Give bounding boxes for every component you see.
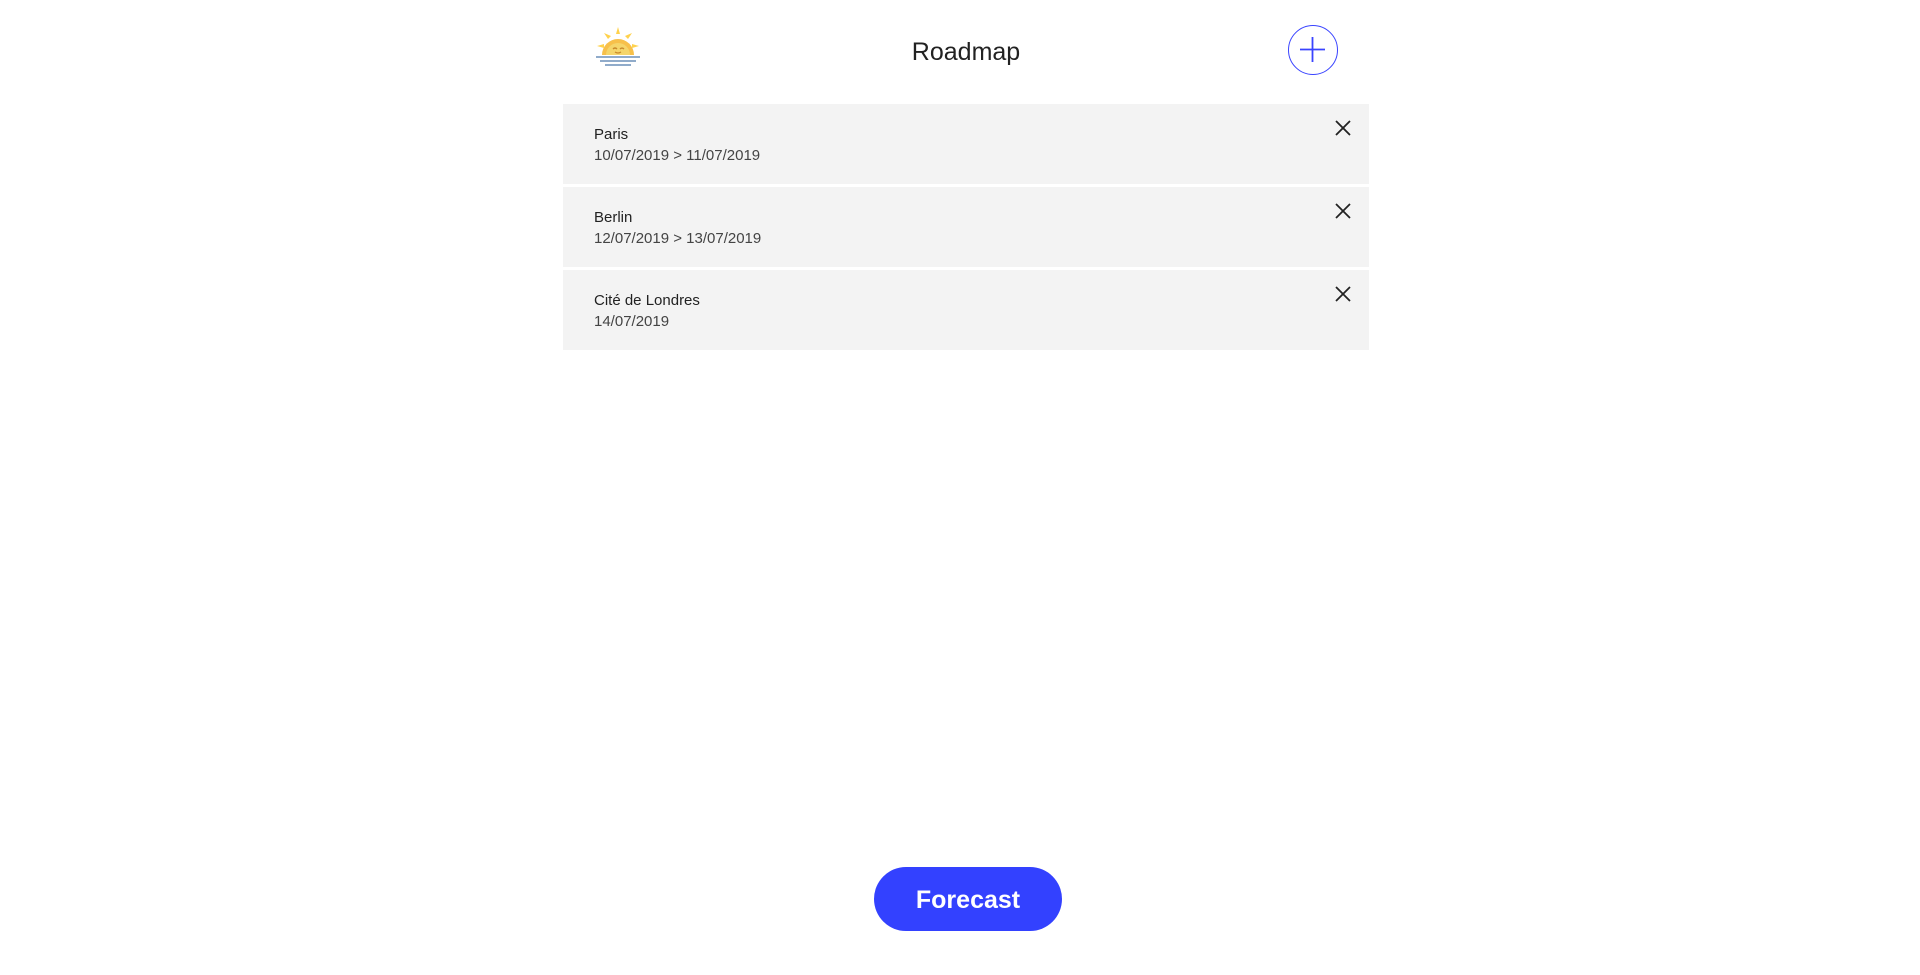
list-item[interactable]: Paris 10/07/2019 > 11/07/2019 [563,104,1369,184]
close-icon[interactable] [1331,199,1355,223]
list-item[interactable]: Berlin 12/07/2019 > 13/07/2019 [563,187,1369,267]
destination-dates: 14/07/2019 [594,313,670,330]
close-icon[interactable] [1331,116,1355,140]
app-container: Roadmap Paris 10/07/2019 > 11/07/2019 Be… [563,0,1369,975]
page-title: Roadmap [911,38,1021,66]
forecast-button[interactable]: Forecast [874,867,1062,931]
list-item[interactable]: Cité de Londres 14/07/2019 [563,270,1369,350]
destination-dates: 10/07/2019 > 11/07/2019 [594,147,761,164]
destination-dates: 12/07/2019 > 13/07/2019 [594,230,762,247]
header: Roadmap [563,0,1369,104]
roadmap-list: Paris 10/07/2019 > 11/07/2019 Berlin 12/… [563,104,1369,353]
plus-icon [1300,37,1325,62]
add-destination-button[interactable] [1288,25,1338,75]
destination-name: Cité de Londres [594,292,700,309]
close-icon[interactable] [1331,282,1355,306]
destination-name: Paris [594,126,629,143]
destination-name: Berlin [594,209,633,226]
